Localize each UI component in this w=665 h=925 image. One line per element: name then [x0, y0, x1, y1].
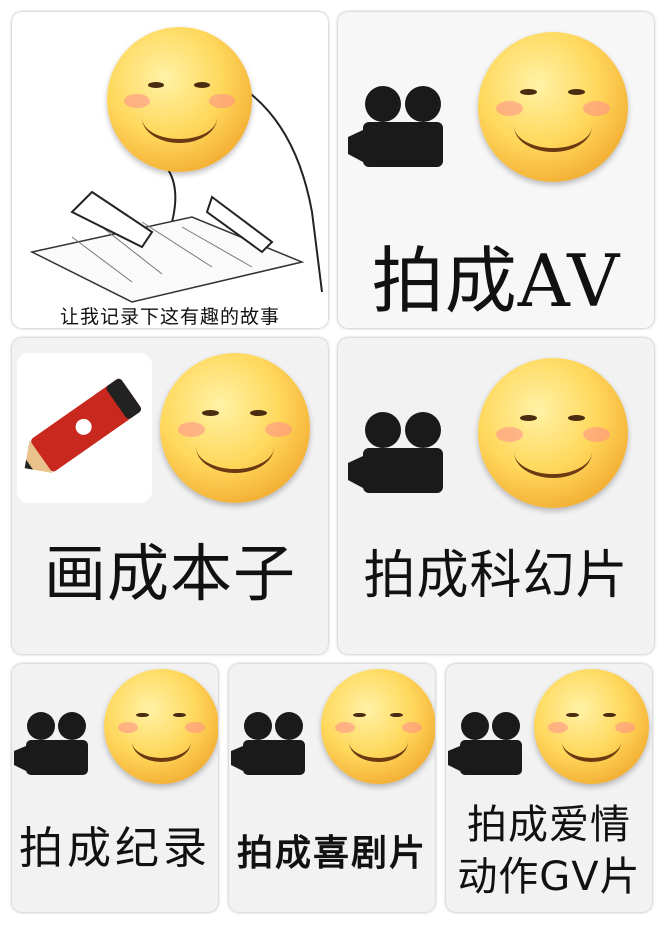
- caption-scifi: 拍成科幻片: [363, 546, 629, 606]
- meme-tile-comedy: 拍成喜剧片: [229, 664, 435, 912]
- caption-documentary: 拍成纪录: [19, 823, 211, 874]
- smiley-face-icon: [107, 27, 252, 172]
- meme-tile-av: 拍成AV: [338, 12, 654, 328]
- smiley-face-icon: [321, 669, 435, 784]
- movie-camera-icon: [348, 412, 443, 493]
- movie-camera-icon: [14, 712, 88, 775]
- movie-camera-icon: [448, 712, 522, 775]
- movie-camera-icon: [231, 712, 305, 775]
- smiley-face-icon: [160, 353, 310, 503]
- meme-tile-comic: 画成本子: [12, 338, 328, 654]
- meme-tile-scifi: 拍成科幻片: [338, 338, 654, 654]
- movie-camera-icon: [348, 86, 443, 167]
- caption-comic: 画成本子: [43, 537, 296, 610]
- caption-comedy: 拍成喜剧片: [236, 833, 427, 874]
- caption-av: 拍成AV: [371, 239, 621, 323]
- meme-tile-writing: 让我记录下这有趣的故事: [12, 12, 328, 328]
- smiley-face-icon: [478, 32, 628, 182]
- smiley-face-icon: [104, 669, 218, 784]
- smiley-face-icon: [478, 358, 628, 508]
- smiley-face-icon: [534, 669, 649, 784]
- meme-tile-romance: 拍成爱情 动作GV片: [446, 664, 652, 912]
- red-pencil-icon: [24, 378, 142, 474]
- caption-writing: 让我记录下这有趣的故事: [59, 306, 280, 328]
- caption-romance-line2: 动作GV片: [457, 854, 641, 900]
- meme-tile-documentary: 拍成纪录: [12, 664, 218, 912]
- caption-romance-line1: 拍成爱情: [467, 802, 631, 848]
